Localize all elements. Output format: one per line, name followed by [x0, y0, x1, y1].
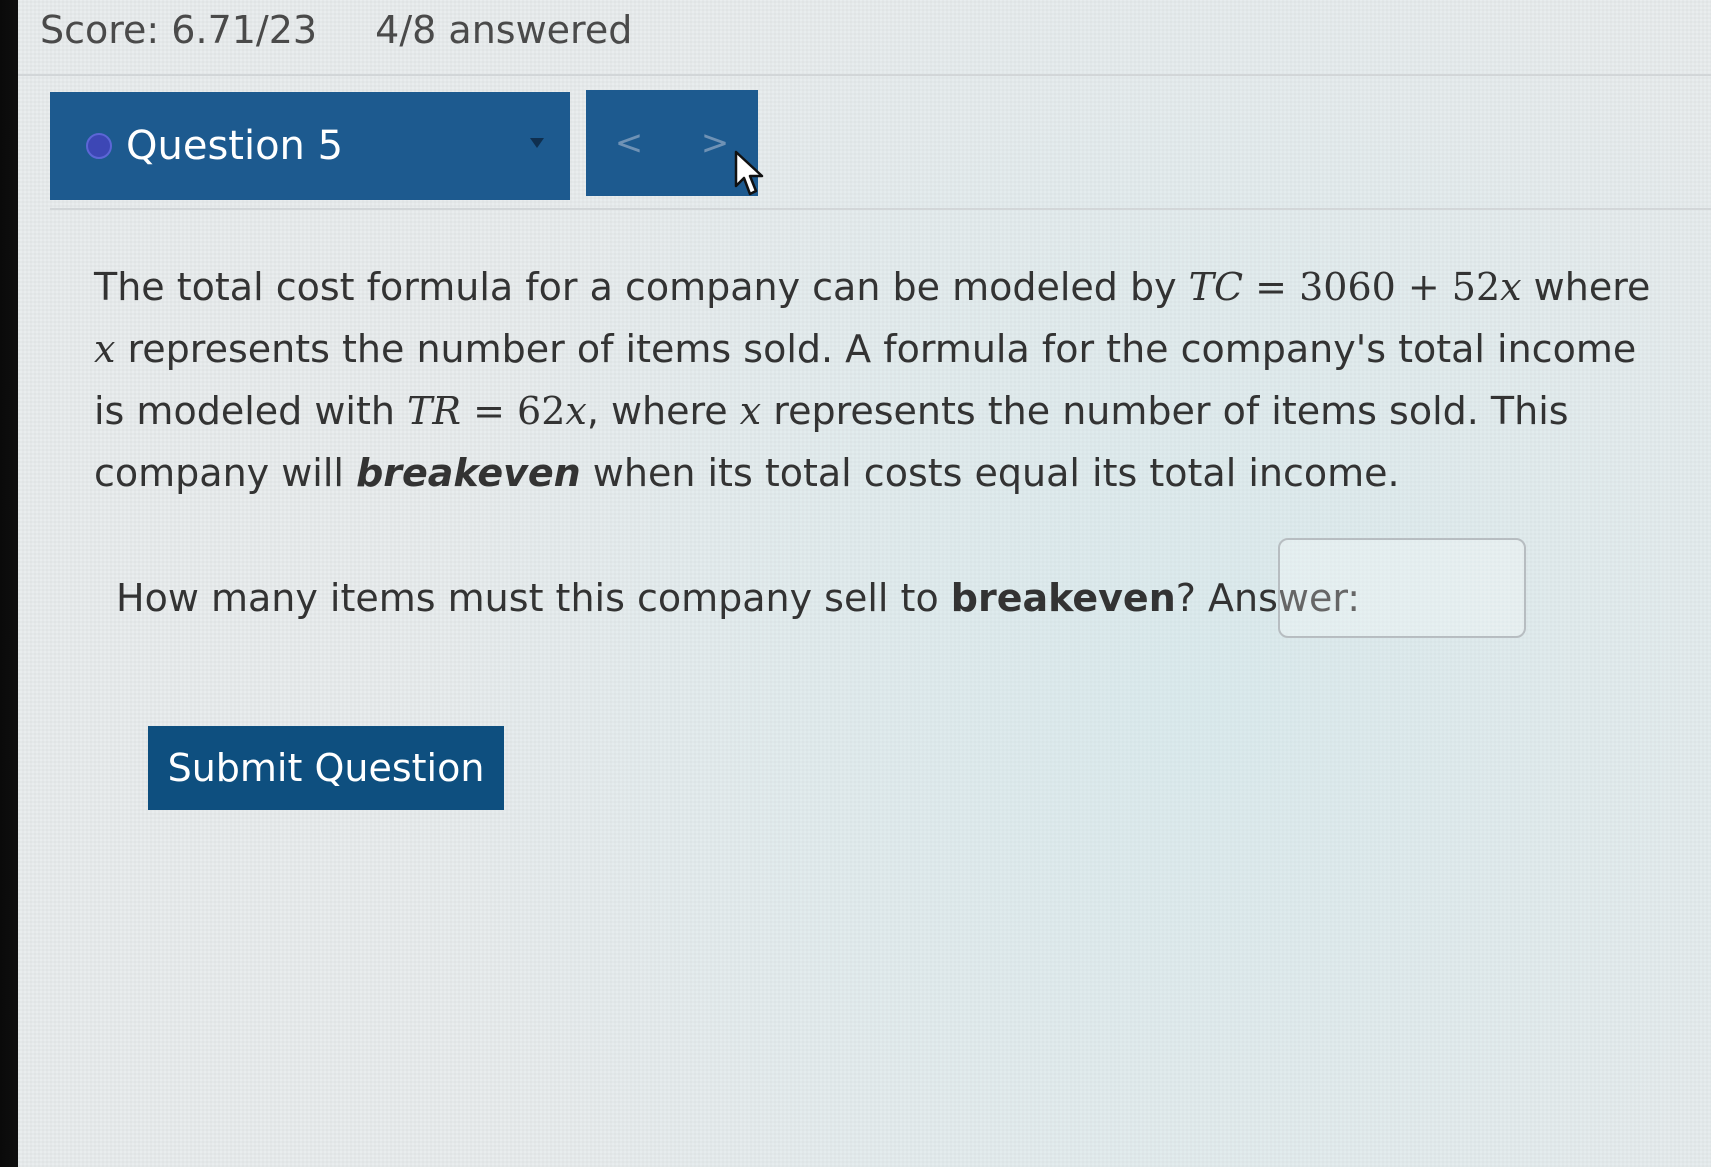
chevron-down-icon: [530, 138, 544, 148]
x-variable: x: [1500, 265, 1522, 309]
tc-formula: TC = 3060 + 52x: [1188, 265, 1522, 309]
score-bar: Score: 6.71/23 4/8 answered: [40, 8, 632, 52]
mouse-pointer-icon: [734, 150, 764, 196]
x-variable: x: [739, 389, 762, 433]
breakeven-bold: breakeven: [950, 576, 1176, 620]
question-text-part: when its total costs equal its total inc…: [580, 451, 1400, 495]
submit-question-button[interactable]: Submit Question: [148, 726, 504, 810]
answer-input[interactable]: [1278, 538, 1526, 638]
tc-rhs: 3060 + 52: [1299, 265, 1501, 309]
x-variable: x: [94, 327, 116, 371]
question-select-dropdown[interactable]: Question 5: [50, 92, 570, 200]
tc-variable: TC: [1188, 265, 1244, 309]
answered-count: 4/8 answered: [375, 8, 633, 52]
question-label: Question 5: [126, 123, 344, 169]
question-nav: < >: [586, 90, 758, 196]
question-text-part: , where: [586, 389, 740, 433]
breakeven-emphasis: breakeven: [356, 451, 581, 495]
tr-variable: TR: [407, 389, 462, 433]
tr-rhs: 62: [517, 389, 566, 433]
status-dot-icon: [86, 133, 112, 159]
question-text-part: where: [1521, 265, 1651, 309]
prompt-text: How many items must this company sell to: [116, 576, 951, 620]
x-variable: x: [565, 389, 587, 433]
nav-divider: [50, 208, 1711, 210]
prev-question-button[interactable]: <: [605, 113, 654, 173]
answer-prompt: How many items must this company sell to…: [116, 576, 1360, 620]
question-text: The total cost formula for a company can…: [94, 256, 1674, 504]
tr-formula: TR = 62x: [407, 389, 587, 433]
next-question-button[interactable]: >: [691, 113, 740, 173]
header-divider: [18, 74, 1711, 76]
score-text: Score: 6.71/23: [40, 8, 318, 52]
screen: Score: 6.71/23 4/8 answered Question 5 <…: [18, 0, 1711, 1167]
question-text-part: The total cost formula for a company can…: [94, 265, 1189, 309]
